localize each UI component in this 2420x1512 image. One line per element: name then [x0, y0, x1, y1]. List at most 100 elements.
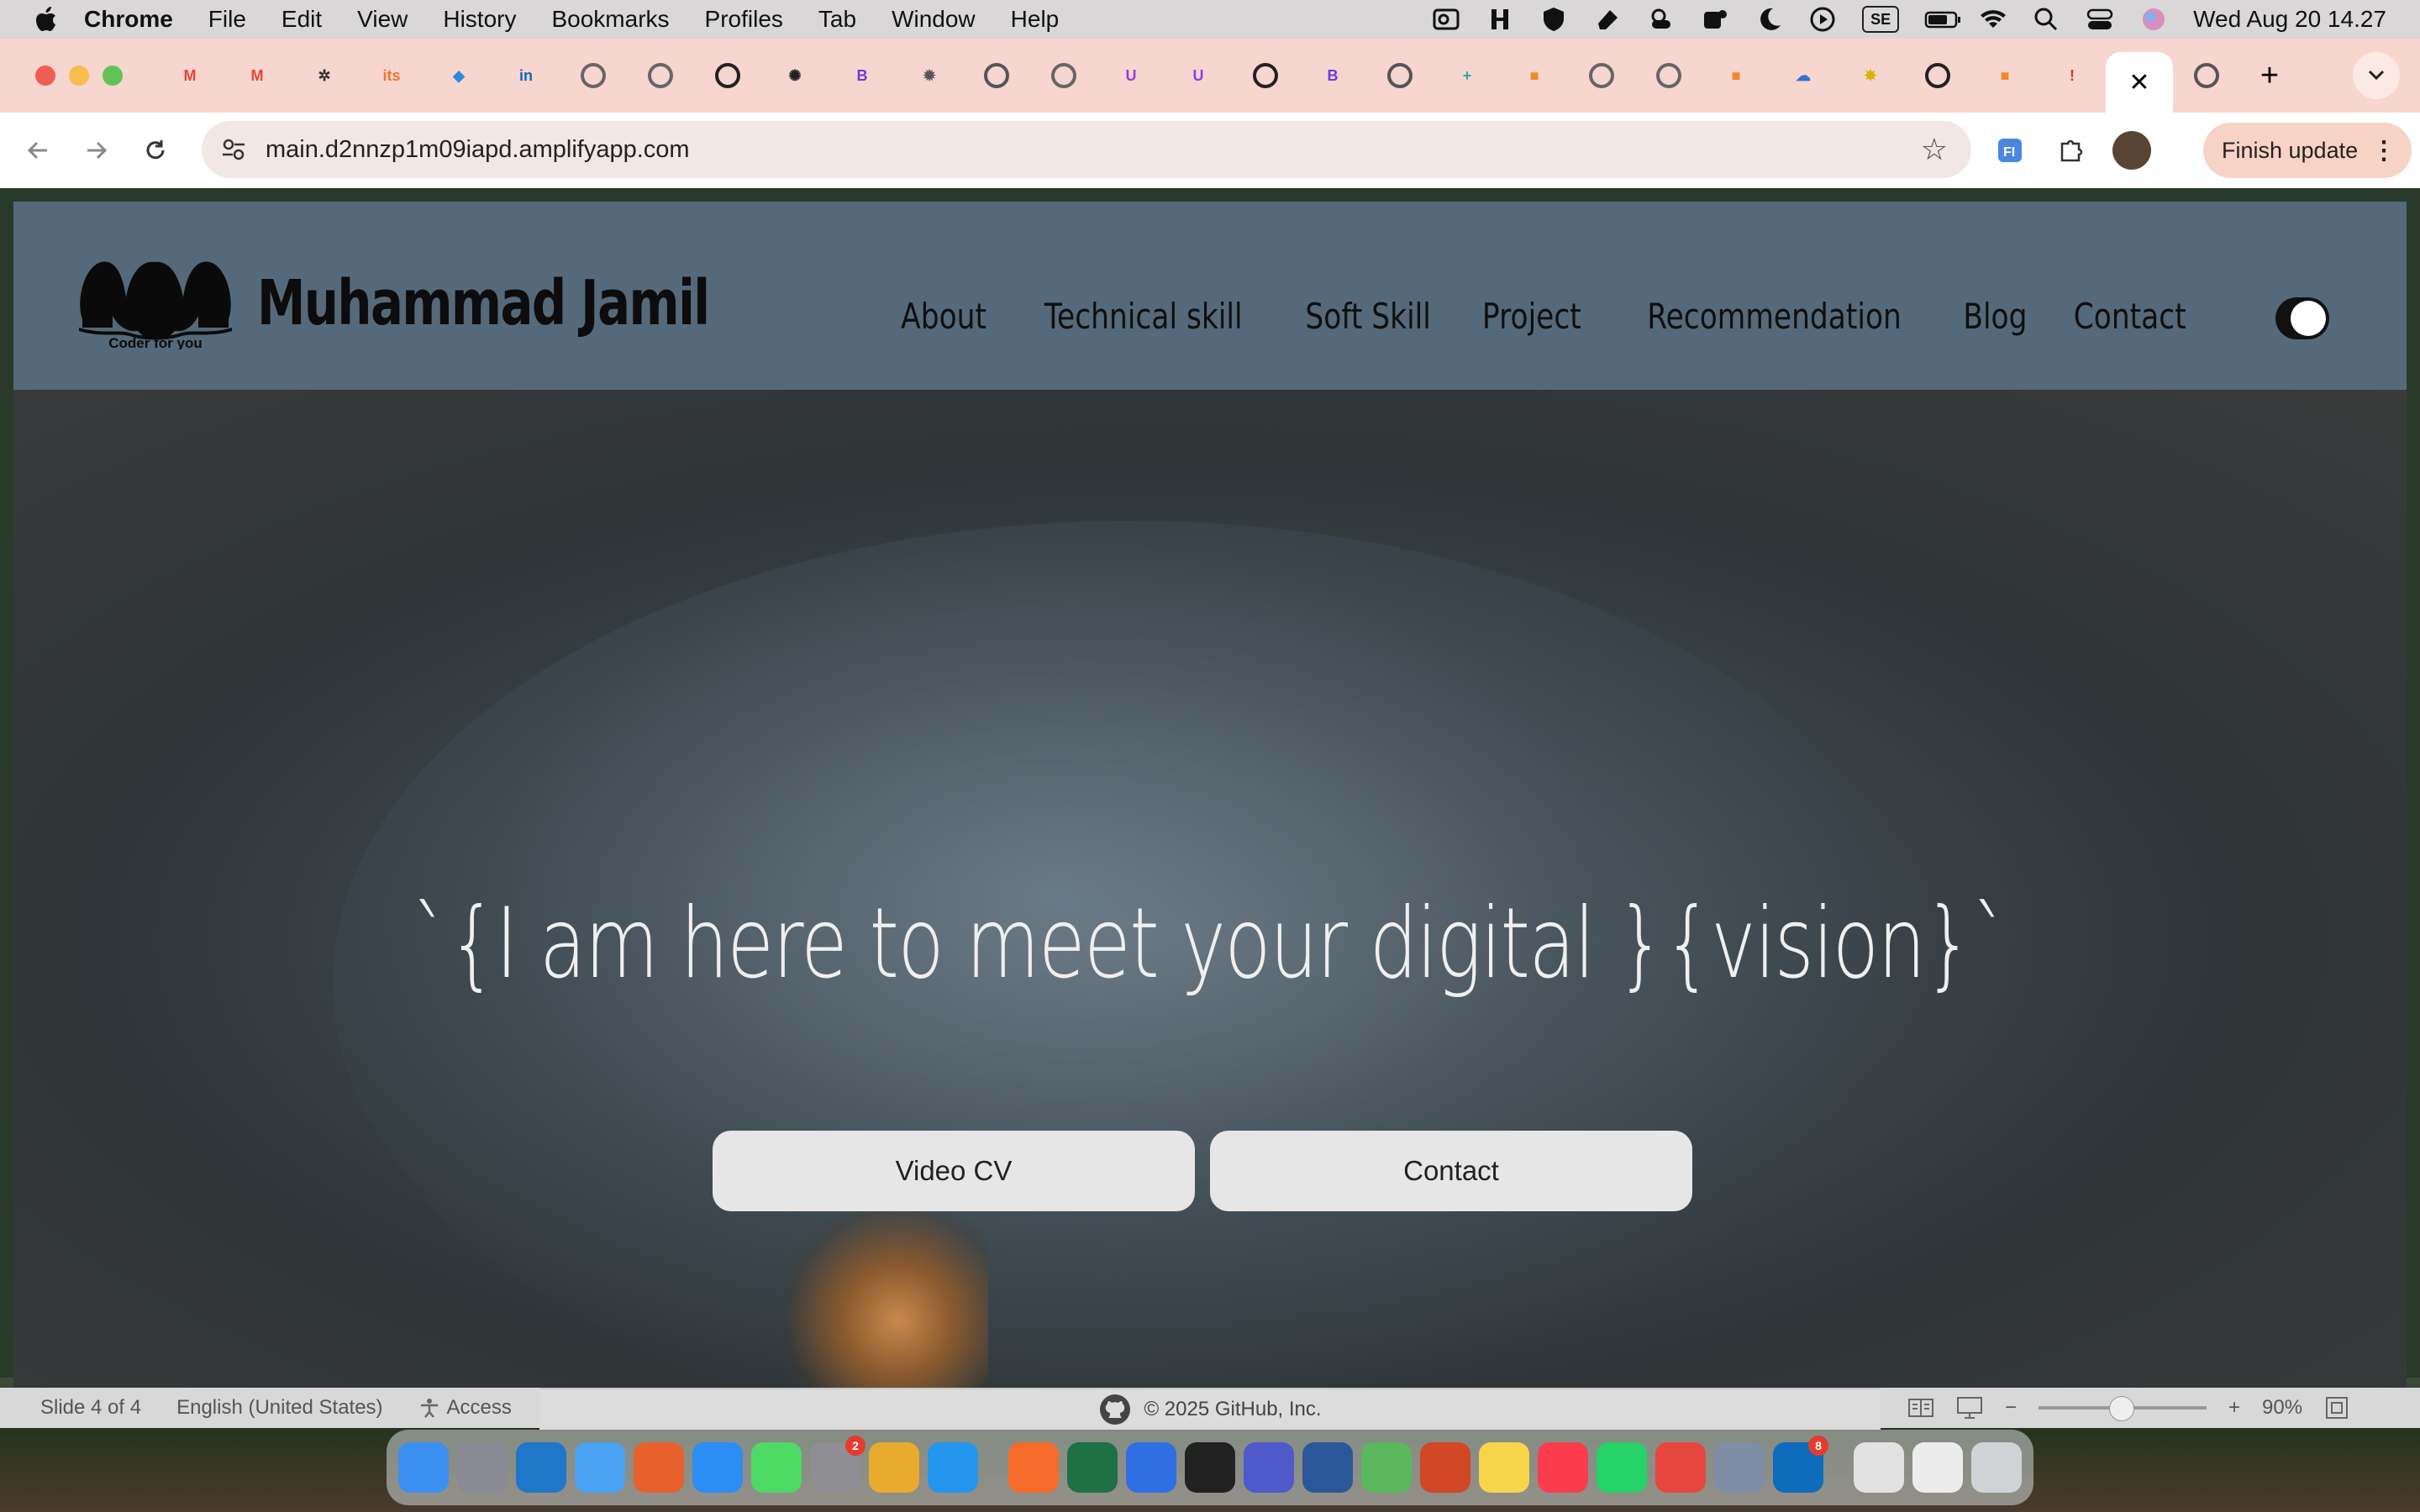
play-status-icon[interactable] — [1808, 5, 1837, 34]
mail-icon[interactable] — [575, 1442, 625, 1493]
nav-contact[interactable]: Contact — [2073, 296, 2186, 337]
tab-20[interactable]: + — [1434, 50, 1501, 101]
tab-10[interactable]: ✺ — [761, 50, 829, 101]
h-app-icon[interactable] — [1655, 1442, 1706, 1493]
minimize-window-button[interactable] — [69, 66, 89, 86]
site-info-icon[interactable] — [218, 134, 249, 165]
siri-icon[interactable] — [2139, 5, 2168, 34]
se-status-icon[interactable]: SE — [1862, 6, 1900, 33]
tab-chrome[interactable] — [2173, 50, 2240, 101]
tab-close-icon[interactable]: ✕ — [2128, 68, 2149, 97]
vscode-icon[interactable] — [516, 1442, 566, 1493]
teams-icon[interactable] — [1244, 1442, 1294, 1493]
menu-window[interactable]: Window — [892, 6, 976, 33]
back-button[interactable] — [8, 138, 67, 163]
site-logo[interactable]: Coder for you — [67, 250, 244, 349]
eraser-status-icon[interactable] — [1593, 5, 1622, 34]
tab-24[interactable]: ■ — [1702, 50, 1770, 101]
tab-17[interactable] — [1232, 50, 1299, 101]
shield-status-icon[interactable] — [1539, 5, 1568, 34]
tab-search-button[interactable] — [2353, 52, 2400, 99]
tab-28[interactable]: ■ — [1971, 50, 2039, 101]
chrome-icon[interactable] — [869, 1442, 919, 1493]
menu-bookmarks[interactable]: Bookmarks — [551, 6, 669, 33]
menu-profiles[interactable]: Profiles — [705, 6, 783, 33]
forward-button[interactable] — [67, 138, 126, 163]
tab-21[interactable]: ■ — [1501, 50, 1568, 101]
music-icon[interactable] — [1538, 1442, 1588, 1493]
maps-icon[interactable] — [1361, 1442, 1412, 1493]
excel-icon[interactable] — [1067, 1442, 1118, 1493]
powerpoint-icon[interactable] — [1420, 1442, 1470, 1493]
moon-icon[interactable] — [1754, 5, 1783, 34]
address-bar[interactable]: main.d2nnzp1m09iapd.amplifyapp.com ☆ — [202, 121, 1971, 178]
tab-15[interactable]: U — [1097, 50, 1165, 101]
tab-19[interactable] — [1366, 50, 1434, 101]
terminal-icon[interactable] — [1185, 1442, 1235, 1493]
control-center-icon[interactable] — [2086, 5, 2114, 34]
menu-edit[interactable]: Edit — [281, 6, 322, 33]
trash-icon[interactable] — [1971, 1442, 2022, 1493]
tab-6[interactable]: in — [492, 50, 560, 101]
zoom-level[interactable]: 90% — [2262, 1396, 2302, 1420]
app-store-icon[interactable] — [692, 1442, 743, 1493]
profile-avatar[interactable] — [2112, 131, 2151, 170]
word-icon[interactable] — [1302, 1442, 1353, 1493]
extension-fi-icon[interactable]: FI — [1991, 132, 2028, 169]
zoom-slider[interactable] — [2039, 1396, 2207, 1421]
finder-icon[interactable] — [398, 1442, 449, 1493]
messages-icon[interactable] — [751, 1442, 802, 1493]
clock-datetime[interactable]: Wed Aug 20 14.27 — [2193, 6, 2386, 33]
whatsapp-icon[interactable] — [1597, 1442, 1647, 1493]
zoom-in-button[interactable]: + — [2228, 1396, 2240, 1420]
presenter-view-icon[interactable] — [1956, 1396, 1983, 1420]
tab-22[interactable] — [1568, 50, 1635, 101]
tab-11[interactable]: B — [829, 50, 896, 101]
reading-view-icon[interactable] — [1907, 1397, 1934, 1419]
menu-file[interactable]: File — [208, 6, 246, 33]
new-tab-button[interactable]: + — [2240, 58, 2299, 94]
fit-to-window-icon[interactable] — [2324, 1395, 2349, 1420]
tab-16[interactable]: U — [1165, 50, 1232, 101]
github-icon[interactable] — [1098, 1393, 1132, 1426]
accessibility-button[interactable]: Access — [418, 1396, 512, 1420]
site-name[interactable]: Muhammad Jamil — [257, 267, 710, 339]
weather-status-icon[interactable] — [1647, 5, 1676, 34]
zoom-out-button[interactable]: − — [2005, 1396, 2017, 1420]
firefox-icon[interactable] — [634, 1442, 684, 1493]
wifi-icon[interactable] — [1978, 5, 2007, 34]
close-window-button[interactable] — [35, 66, 55, 86]
tab-8[interactable] — [627, 50, 694, 101]
bookmark-star-icon[interactable]: ☆ — [1921, 132, 1948, 167]
tab-18[interactable]: B — [1299, 50, 1366, 101]
extensions-puzzle-icon[interactable] — [2052, 132, 2089, 169]
menu-help[interactable]: Help — [1011, 6, 1060, 33]
menu-app-name[interactable]: Chrome — [84, 6, 173, 33]
theme-toggle[interactable] — [2275, 297, 2329, 339]
outlook-icon[interactable]: 8 — [1773, 1436, 1828, 1493]
search-icon[interactable] — [2032, 5, 2060, 34]
tab-4[interactable]: its — [358, 50, 425, 101]
launchpad-icon[interactable] — [457, 1442, 508, 1493]
url-text[interactable]: main.d2nnzp1m09iapd.amplifyapp.com — [266, 136, 690, 164]
window-thumb-2-icon[interactable] — [1912, 1442, 1963, 1493]
outlook-status-icon[interactable] — [1432, 5, 1460, 34]
menu-view[interactable]: View — [357, 6, 408, 33]
tab-1[interactable]: M — [156, 50, 224, 101]
nav-about[interactable]: About — [901, 296, 986, 337]
tab-active[interactable]: ✕ — [2106, 52, 2173, 113]
tab-27[interactable] — [1904, 50, 1971, 101]
tab-23[interactable] — [1635, 50, 1702, 101]
battery-icon[interactable] — [1924, 5, 1961, 34]
nav-technical-skill[interactable]: Technical skill — [1044, 296, 1243, 337]
preview-icon[interactable] — [1714, 1442, 1765, 1493]
nav-soft-skill[interactable]: Soft Skill — [1305, 296, 1430, 337]
tab-2[interactable]: M — [224, 50, 291, 101]
tab-26[interactable]: ✸ — [1837, 50, 1904, 101]
tab-12[interactable]: ✹ — [896, 50, 963, 101]
settings-icon[interactable]: 2 — [810, 1436, 865, 1493]
menu-tab[interactable]: Tab — [818, 6, 856, 33]
pencil-icon[interactable] — [1008, 1442, 1059, 1493]
window-thumb-icon[interactable] — [1854, 1442, 1904, 1493]
tab-14[interactable] — [1030, 50, 1097, 101]
